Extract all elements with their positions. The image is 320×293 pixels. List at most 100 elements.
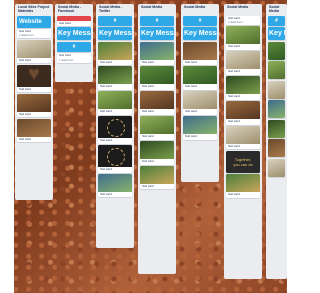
card[interactable]: Soil card: [226, 76, 260, 100]
list-title: Social Media: [141, 5, 163, 9]
card-image: [183, 116, 217, 135]
list-column-2[interactable]: Social Media - Facebook Soil card Key Me…: [55, 4, 93, 82]
card-key-messages[interactable]: Key Messages: [98, 27, 132, 40]
card[interactable]: Soil card: [98, 66, 132, 90]
card-key-messages[interactable]: Key Messages: [268, 27, 285, 40]
card[interactable]: Soil card 1 attachment: [57, 53, 91, 63]
list-column-5[interactable]: Social Media # Key Messages Soil card So…: [181, 4, 219, 182]
list-column-4[interactable]: Social Media # Key Messages Soil card So…: [138, 4, 176, 274]
key-messages-text: Key Messages: [58, 30, 91, 38]
card[interactable]: Soil card: [17, 64, 51, 93]
list-title: Social Media - Twitter: [99, 5, 123, 13]
list-column-1[interactable]: Local Sites Project Materials Website So…: [15, 4, 53, 200]
card[interactable]: Soil card: [140, 116, 174, 140]
card[interactable]: [268, 41, 285, 60]
card[interactable]: Soil card: [226, 174, 260, 198]
card-image: [268, 158, 285, 177]
card-image: [98, 91, 132, 110]
card-title: Soil card: [142, 84, 154, 89]
card[interactable]: Soil card: [17, 118, 51, 143]
card[interactable]: Soil card: [226, 126, 260, 150]
card[interactable]: [268, 158, 285, 177]
card[interactable]: Soil card: [226, 26, 260, 50]
card-meta: 1 attachment: [228, 20, 243, 24]
card[interactable]: Soil card: [98, 41, 132, 65]
card[interactable]: [268, 61, 285, 79]
card-hash[interactable]: #: [140, 15, 174, 26]
card-hash[interactable]: #: [57, 41, 91, 52]
card[interactable]: [268, 100, 285, 118]
card-key-messages[interactable]: Key Messages: [57, 27, 91, 41]
card-title: Soil card: [228, 192, 240, 197]
list-column-7[interactable]: Social Media # Key Messages: [266, 4, 287, 279]
card[interactable]: Soil card: [98, 91, 132, 115]
trello-board: Local Sites Project Materials Website So…: [0, 0, 303, 293]
card-website[interactable]: Website: [17, 15, 51, 28]
hash-label: #: [198, 17, 202, 24]
card[interactable]: Soil card: [98, 174, 132, 198]
card[interactable]: Soil card: [140, 41, 174, 65]
card-image: [226, 26, 260, 45]
card-meta: 1 attachment: [59, 58, 74, 62]
card-image: [226, 51, 260, 70]
card-meta: 1 attachment: [19, 34, 34, 38]
card[interactable]: Soil card: [183, 66, 217, 90]
card[interactable]: Soil card: [98, 116, 132, 144]
card-title: Soil card: [142, 109, 154, 114]
left-margin: [0, 0, 14, 293]
list-column-6[interactable]: Social Media Soil card 1 attachment Soil …: [224, 4, 262, 279]
card-image: [268, 80, 285, 99]
website-banner: Website: [17, 15, 51, 28]
card-image: [268, 119, 285, 138]
list-title: Local Sites Project Materials: [18, 5, 50, 13]
card[interactable]: Soil card: [140, 166, 174, 190]
card-hash[interactable]: #: [268, 15, 285, 26]
card-image: [226, 76, 260, 95]
card[interactable]: Soil card: [140, 66, 174, 90]
card[interactable]: Soil card: [226, 51, 260, 75]
card-key-messages[interactable]: Key Messages: [183, 27, 217, 40]
list-column-3[interactable]: Social Media - Twitter # Key Messages So…: [96, 4, 134, 248]
card-image: [140, 41, 174, 60]
card-key-messages[interactable]: Key Messages: [140, 27, 174, 40]
card[interactable]: Soil card: [17, 39, 51, 64]
card-image: [226, 126, 260, 145]
card[interactable]: Soil card 1 attachment: [17, 29, 51, 39]
card-title: Soil card: [142, 184, 154, 189]
card-image: [98, 174, 132, 193]
card-title: Soil card: [185, 134, 197, 139]
list-title: Social Media: [184, 5, 206, 9]
card[interactable]: Soil card: [57, 15, 91, 26]
card-hash[interactable]: #: [183, 15, 217, 26]
list-title: Social Media: [227, 5, 249, 9]
card[interactable]: Soil card: [140, 91, 174, 115]
card[interactable]: Soil card: [140, 141, 174, 165]
card-slogan[interactable]: Together, you can do: [226, 150, 260, 173]
key-messages-text: Key Messages: [99, 30, 132, 37]
card-title: Soil card: [19, 86, 31, 91]
list-title: Social Media: [269, 5, 280, 13]
card-hash[interactable]: #: [98, 15, 132, 26]
card[interactable]: Soil card: [183, 41, 217, 65]
soil-circle-graphic: [98, 116, 132, 139]
card-title: Soil card: [185, 109, 197, 114]
card[interactable]: [268, 119, 285, 138]
card[interactable]: [268, 139, 285, 157]
card-image: [140, 166, 174, 185]
slogan-line-1: Together,: [234, 156, 252, 162]
card-image: [17, 118, 51, 137]
card-title: Soil card: [19, 136, 31, 141]
card-image: [17, 39, 51, 58]
card[interactable]: Soil card: [17, 93, 51, 118]
card[interactable]: Soil card: [98, 145, 132, 173]
card[interactable]: Soil card: [183, 91, 217, 115]
card[interactable]: [268, 80, 285, 99]
card-image: [183, 91, 217, 110]
card[interactable]: Soil card: [226, 101, 260, 125]
card-title: Soil card: [100, 59, 112, 64]
card-title: Soil card: [185, 59, 197, 64]
card[interactable]: Soil card 1 attachment: [226, 15, 260, 25]
card[interactable]: Soil card: [183, 116, 217, 140]
right-margin: [287, 0, 303, 293]
card-image: [140, 91, 174, 110]
